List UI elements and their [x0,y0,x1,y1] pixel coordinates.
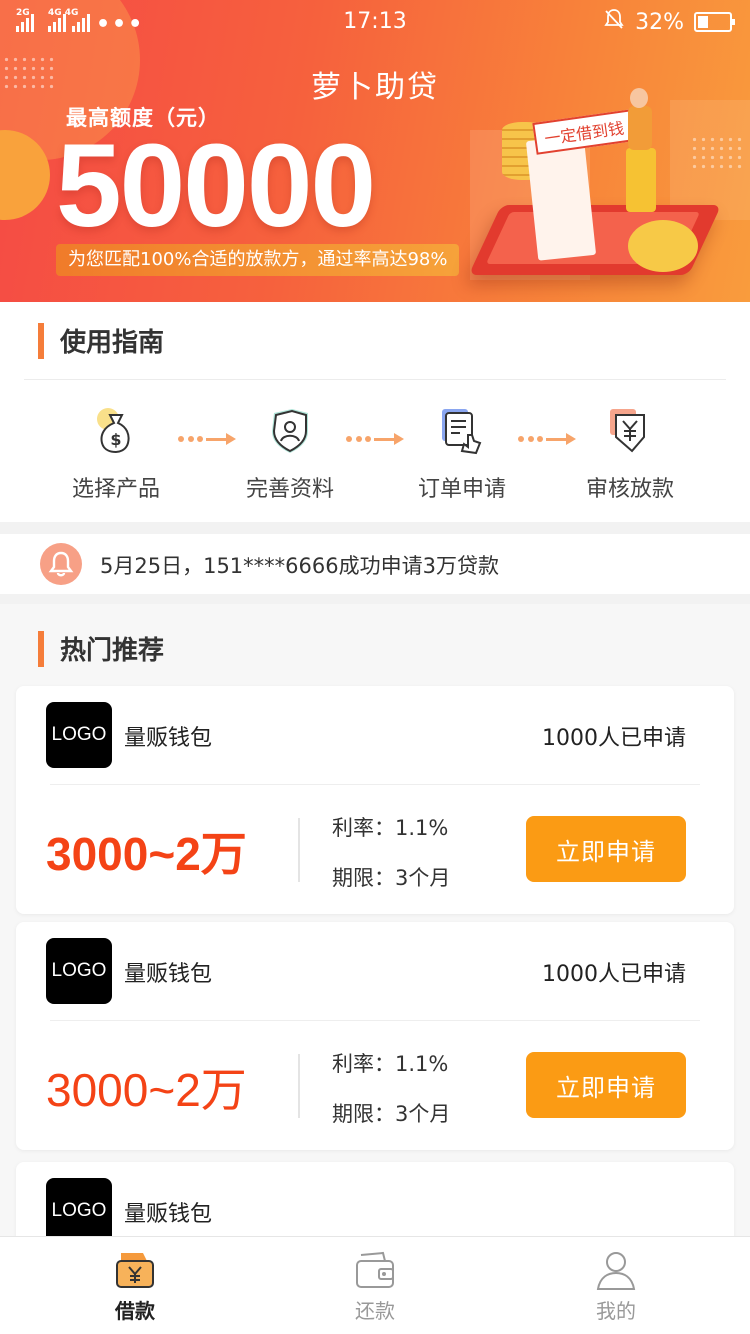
notice-text: 5月25日，151****6666成功申请3万贷款 [100,554,499,578]
battery-percent: 32% [635,9,684,35]
illustration-sign: 一定借到钱 [532,109,636,155]
loan-range: 3000~2万 [46,828,247,880]
tab-repay[interactable]: 还款 [315,1249,435,1324]
money-bag-icon: $ [94,407,138,455]
tab-mine[interactable]: 我的 [556,1249,676,1324]
interest-rate: 利率：1.1% [332,1052,449,1076]
applied-count: 1000人已申请 [542,962,686,987]
wallet-icon [353,1249,397,1291]
user-icon [594,1249,638,1291]
loan-term: 期限：3个月 [332,1102,451,1126]
product-name: 量贩钱包 [124,962,213,987]
header-banner: 2G 4G 4G ••• 17:13 32% 萝卜助贷 最高额度（元） 5000… [0,0,750,302]
slogan-badge: 为您匹配100%合适的放款方，通过率高达98% [56,244,460,276]
product-logo: LOGO [46,1178,112,1244]
loan-term: 期限：3个月 [332,866,451,890]
tab-label: 我的 [596,1299,636,1323]
divider [50,1020,700,1021]
divider [298,1054,300,1118]
status-bar: 2G 4G 4G ••• 17:13 32% [0,0,750,44]
product-card[interactable]: LOGO 量贩钱包 1000人已申请 3000~2万 利率：1.1% 期限：3个… [16,922,734,1150]
product-logo: LOGO [46,702,112,768]
apply-now-button[interactable]: 立即申请 [526,1052,686,1118]
product-name: 量贩钱包 [124,726,213,751]
applied-count: 1000人已申请 [542,726,686,751]
piggy-bank-illustration [628,220,698,272]
step-label: 选择产品 [71,477,160,502]
product-card[interactable]: LOGO 量贩钱包 1000人已申请 3000~2万 利率：1.1% 期限：3个… [16,686,734,914]
step-complete-info[interactable]: 完善资料 [210,407,370,503]
section-title: 热门推荐 [60,636,165,666]
section-header: 使用指南 [38,322,164,359]
divider [24,379,726,380]
step-label: 审核放款 [585,477,674,502]
section-accent-bar [38,322,44,359]
bottom-tab-bar: 借款 还款 我的 [0,1236,750,1334]
product-name: 量贩钱包 [124,1202,213,1227]
step-order-apply[interactable]: 订单申请 [382,407,542,503]
battery-icon [694,12,735,32]
hot-recommendations: 热门推荐 LOGO 量贩钱包 1000人已申请 3000~2万 利率：1.1% … [0,604,750,1244]
mute-bell-icon [603,8,625,36]
product-logo: LOGO [46,938,112,1004]
section-title: 使用指南 [60,328,165,358]
person-illustration [630,88,648,108]
banner-illustration: 一定借到钱 [450,70,750,302]
step-review-loan[interactable]: 审核放款 [550,407,710,503]
interest-rate: 利率：1.1% [332,816,449,840]
step-select-product[interactable]: $ 选择产品 [36,407,196,503]
product-card[interactable]: LOGO 量贩钱包 [16,1162,734,1244]
bell-icon [40,543,82,585]
tab-label: 借款 [115,1299,155,1323]
divider [298,818,300,882]
usage-guide: 使用指南 $ 选择产品 完善资料 订单申请 审核放款 [0,302,750,522]
step-label: 完善资料 [245,477,334,502]
wallet-yuan-icon [113,1249,157,1291]
svg-text:$: $ [110,430,121,449]
section-header: 热门推荐 [38,630,164,667]
step-label: 订单申请 [417,477,506,502]
max-amount: 50000 [56,120,376,252]
apply-now-button[interactable]: 立即申请 [526,816,686,882]
tab-borrow[interactable]: 借款 [75,1249,195,1324]
application-notice[interactable]: 5月25日，151****6666成功申请3万贷款 [0,534,750,594]
divider [50,784,700,785]
shield-user-icon [268,407,312,455]
section-accent-bar [38,630,44,667]
tab-label: 还款 [355,1299,395,1323]
loan-range: 3000~2万 [46,1064,247,1116]
document-tap-icon [440,407,484,455]
yuan-receive-icon [608,407,652,455]
